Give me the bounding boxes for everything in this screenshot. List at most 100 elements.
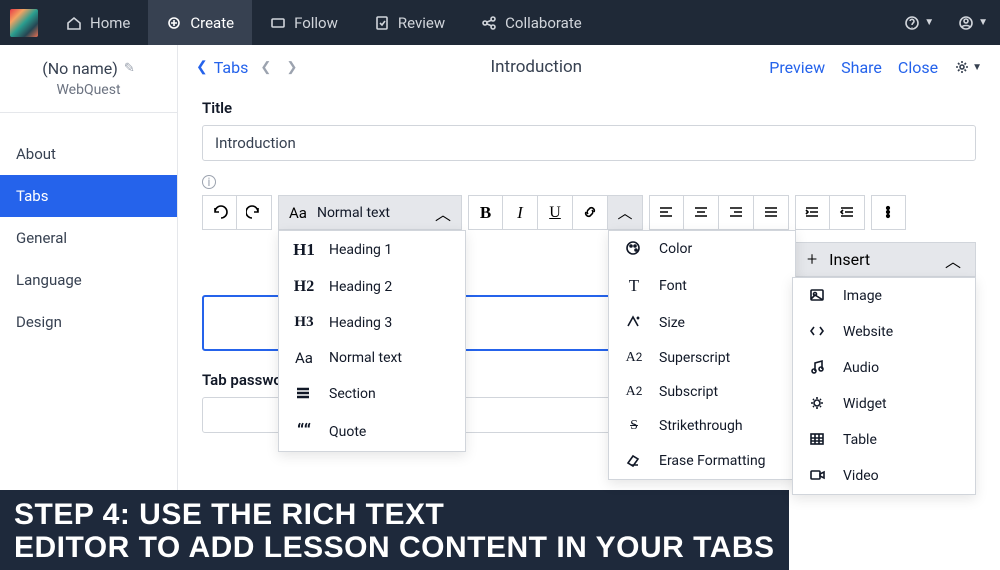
- follow-icon: [270, 15, 286, 31]
- back-link[interactable]: ❮ Tabs: [196, 58, 248, 77]
- prev-next-nav[interactable]: ❮ ❯: [260, 60, 303, 75]
- insert-website[interactable]: Website: [793, 314, 975, 350]
- undo-icon: [211, 204, 228, 221]
- style-section[interactable]: Section: [279, 376, 465, 412]
- insert-audio[interactable]: Audio: [793, 350, 975, 386]
- review-icon: [374, 15, 390, 31]
- erase-icon: [625, 452, 643, 470]
- undo-button[interactable]: [202, 195, 237, 230]
- sidebar-item-general[interactable]: General: [0, 217, 177, 259]
- nav-label: Review: [398, 14, 445, 32]
- link-icon: [582, 204, 599, 221]
- home-icon: [66, 15, 82, 31]
- format-menu: Color TFont Size A2Superscript A2Subscri…: [608, 230, 796, 480]
- style-normal[interactable]: AaNormal text: [279, 340, 465, 376]
- title-input[interactable]: [202, 125, 976, 161]
- title-label: Title: [202, 99, 976, 117]
- nav-label: Create: [190, 14, 234, 32]
- bold-button[interactable]: B: [468, 195, 503, 230]
- more-button[interactable]: [871, 195, 906, 230]
- section-icon: [295, 385, 313, 403]
- sidebar-item-design[interactable]: Design: [0, 301, 177, 343]
- style-heading3[interactable]: H3Heading 3: [279, 305, 465, 340]
- align-right-button[interactable]: [719, 195, 754, 230]
- video-icon: [809, 467, 827, 485]
- format-strikethrough[interactable]: SStrikethrough: [609, 409, 795, 443]
- share-button[interactable]: Share: [841, 58, 882, 77]
- pencil-icon[interactable]: ✎: [124, 61, 135, 76]
- insert-table[interactable]: Table: [793, 422, 975, 458]
- nav-label: Home: [90, 14, 130, 32]
- info-icon[interactable]: i: [202, 175, 216, 189]
- tutorial-banner: Step 4: Use the rich text editor to add …: [0, 490, 789, 570]
- align-justify-button[interactable]: [754, 195, 789, 230]
- insert-menu: Image Website Audio Widget Table Video: [792, 277, 976, 495]
- align-right-icon: [728, 204, 745, 221]
- project-type: WebQuest: [0, 82, 177, 113]
- sidebar-item-about[interactable]: About: [0, 133, 177, 175]
- insert-widget[interactable]: Widget: [793, 386, 975, 422]
- nav-collaborate[interactable]: Collaborate: [463, 0, 600, 45]
- nav-label: Collaborate: [505, 14, 582, 32]
- size-icon: [625, 314, 643, 332]
- top-navbar: Home Create Follow Review Collaborate ▼ …: [0, 0, 1000, 45]
- editor-toolbar: Aa Normal text ︿ H1Heading 1 H2Heading 2…: [202, 195, 976, 230]
- page-title: Introduction: [303, 57, 769, 77]
- format-color[interactable]: Color: [609, 231, 795, 267]
- create-icon: [166, 15, 182, 31]
- indent-icon: [804, 204, 821, 221]
- chevron-up-icon: ︿: [945, 248, 961, 272]
- audio-icon: [809, 359, 827, 377]
- underline-button[interactable]: U: [538, 195, 573, 230]
- user-menu[interactable]: ▼: [946, 15, 1000, 31]
- outdent-icon: [839, 204, 856, 221]
- indent-button[interactable]: [795, 195, 830, 230]
- help-menu[interactable]: ▼: [892, 15, 946, 31]
- table-icon: [809, 431, 827, 449]
- align-center-icon: [693, 204, 710, 221]
- gear-icon: [954, 59, 970, 75]
- content-header: ❮ Tabs ❮ ❯ Introduction Preview Share Cl…: [178, 45, 1000, 89]
- chevron-left-icon: ❮: [196, 59, 208, 75]
- align-center-button[interactable]: [684, 195, 719, 230]
- align-justify-icon: [763, 204, 780, 221]
- nav-follow[interactable]: Follow: [252, 0, 356, 45]
- logo[interactable]: [10, 9, 38, 37]
- style-heading1[interactable]: H1Heading 1: [279, 231, 465, 269]
- close-button[interactable]: Close: [898, 58, 938, 77]
- format-erase[interactable]: Erase Formatting: [609, 443, 795, 479]
- format-expand-button[interactable]: ︿: [608, 195, 643, 230]
- style-quote[interactable]: ““Quote: [279, 412, 465, 451]
- code-icon: [809, 323, 827, 341]
- image-icon: [809, 287, 827, 305]
- format-superscript[interactable]: A2Superscript: [609, 341, 795, 375]
- text-style-dropdown[interactable]: Aa Normal text ︿: [278, 195, 462, 230]
- outdent-button[interactable]: [830, 195, 865, 230]
- format-size[interactable]: Size: [609, 305, 795, 341]
- collaborate-icon: [481, 15, 497, 31]
- palette-icon: [625, 240, 643, 258]
- chevron-up-icon: ︿: [435, 201, 451, 225]
- nav-create[interactable]: Create: [148, 0, 252, 45]
- align-left-button[interactable]: [649, 195, 684, 230]
- insert-dropdown[interactable]: + Insert ︿: [792, 242, 976, 277]
- nav-label: Follow: [294, 14, 338, 32]
- format-font[interactable]: TFont: [609, 267, 795, 305]
- widget-icon: [809, 395, 827, 413]
- sidebar-item-language[interactable]: Language: [0, 259, 177, 301]
- settings-menu[interactable]: ▼: [954, 59, 982, 75]
- user-icon: [958, 15, 974, 31]
- redo-button[interactable]: [237, 195, 272, 230]
- help-icon: [904, 15, 920, 31]
- insert-video[interactable]: Video: [793, 458, 975, 494]
- link-button[interactable]: [573, 195, 608, 230]
- preview-button[interactable]: Preview: [769, 58, 825, 77]
- style-heading2[interactable]: H2Heading 2: [279, 269, 465, 305]
- format-subscript[interactable]: A2Subscript: [609, 375, 795, 409]
- nav-home[interactable]: Home: [48, 0, 148, 45]
- italic-button[interactable]: I: [503, 195, 538, 230]
- insert-image[interactable]: Image: [793, 278, 975, 314]
- sidebar-item-tabs[interactable]: Tabs: [0, 175, 177, 217]
- project-name[interactable]: (No name) ✎: [0, 45, 177, 82]
- nav-review[interactable]: Review: [356, 0, 463, 45]
